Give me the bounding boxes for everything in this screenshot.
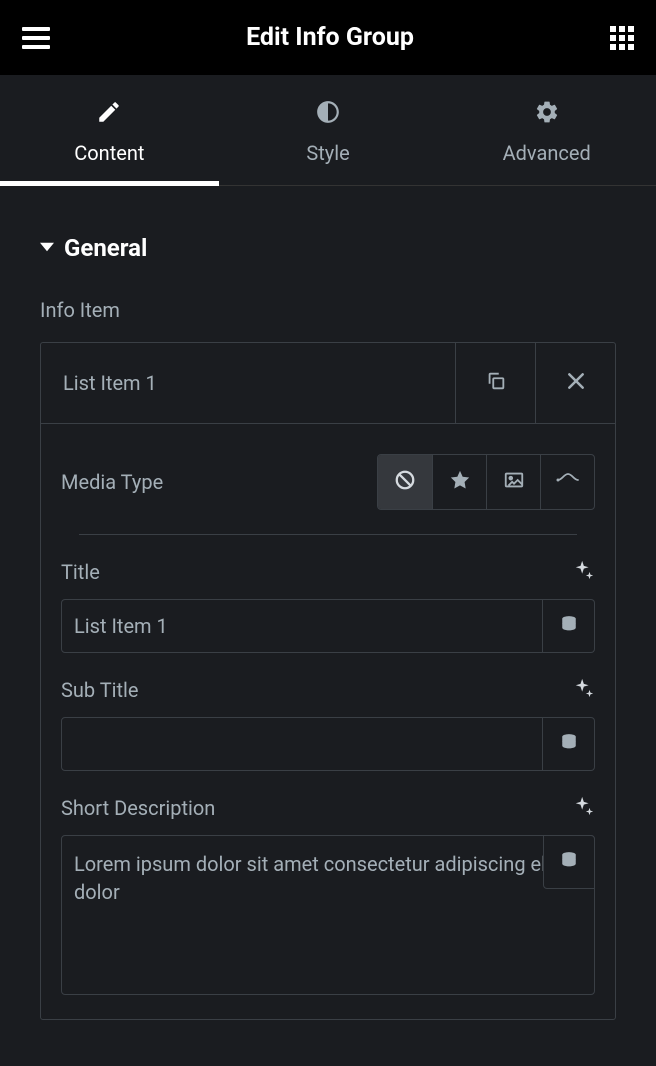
- short-description-input[interactable]: [61, 835, 595, 995]
- subtitle-input[interactable]: [61, 717, 543, 771]
- media-type-row: Media Type: [61, 448, 595, 534]
- media-type-buttons: [377, 454, 595, 510]
- short-description-field-row: Short Description: [61, 795, 595, 821]
- ai-sparkle-icon[interactable]: [573, 559, 595, 585]
- database-icon: [560, 850, 578, 874]
- menu-icon[interactable]: [22, 27, 50, 49]
- media-type-image[interactable]: [486, 455, 540, 509]
- database-icon: [560, 732, 578, 756]
- caret-down-icon: [40, 239, 54, 258]
- tab-advanced[interactable]: Advanced: [437, 75, 656, 185]
- content-area: General Info Item List Item 1: [0, 186, 656, 1050]
- tabs-bar: Content Style Advanced: [0, 75, 656, 186]
- title-dynamic-tags-button[interactable]: [543, 599, 595, 653]
- info-item-label: Info Item: [40, 298, 616, 322]
- item-card-body: Media Type: [41, 424, 615, 1019]
- media-type-lottie[interactable]: [540, 455, 594, 509]
- star-icon: [449, 469, 471, 495]
- short-description-label: Short Description: [61, 796, 215, 820]
- apps-icon[interactable]: [610, 26, 634, 50]
- media-type-icon[interactable]: [432, 455, 486, 509]
- ai-sparkle-icon[interactable]: [573, 677, 595, 703]
- info-item-card: List Item 1 Med: [40, 342, 616, 1020]
- duplicate-button[interactable]: [455, 343, 535, 423]
- short-description-dynamic-tags-button[interactable]: [543, 835, 595, 889]
- media-type-label: Media Type: [61, 470, 163, 494]
- tab-content-label: Content: [74, 141, 144, 165]
- tab-advanced-label: Advanced: [503, 141, 591, 165]
- media-type-none[interactable]: [378, 455, 432, 509]
- ai-sparkle-icon[interactable]: [573, 795, 595, 821]
- database-icon: [560, 614, 578, 638]
- item-card-title[interactable]: List Item 1: [41, 343, 455, 423]
- title-label: Title: [61, 560, 100, 584]
- title-input-group: [61, 599, 595, 653]
- contrast-icon: [315, 99, 341, 129]
- image-icon: [503, 469, 525, 495]
- ban-icon: [394, 469, 416, 495]
- panel-header: Edit Info Group: [0, 0, 656, 75]
- item-card-header: List Item 1: [41, 343, 615, 424]
- gear-icon: [534, 99, 560, 129]
- title-field-row: Title: [61, 559, 595, 585]
- tab-content[interactable]: Content: [0, 75, 219, 185]
- subtitle-label: Sub Title: [61, 678, 139, 702]
- short-description-input-group: [61, 835, 595, 995]
- tab-style-label: Style: [306, 141, 349, 165]
- section-header-general[interactable]: General: [40, 234, 616, 262]
- section-title-general: General: [64, 234, 147, 262]
- title-input[interactable]: [61, 599, 543, 653]
- subtitle-dynamic-tags-button[interactable]: [543, 717, 595, 771]
- divider: [79, 534, 577, 535]
- page-title: Edit Info Group: [246, 23, 414, 52]
- tab-style[interactable]: Style: [219, 75, 438, 185]
- pencil-icon: [96, 99, 122, 129]
- lottie-icon: [556, 469, 580, 495]
- subtitle-input-group: [61, 717, 595, 771]
- copy-icon: [485, 370, 507, 396]
- close-icon: [566, 371, 586, 395]
- subtitle-field-row: Sub Title: [61, 677, 595, 703]
- remove-button[interactable]: [535, 343, 615, 423]
